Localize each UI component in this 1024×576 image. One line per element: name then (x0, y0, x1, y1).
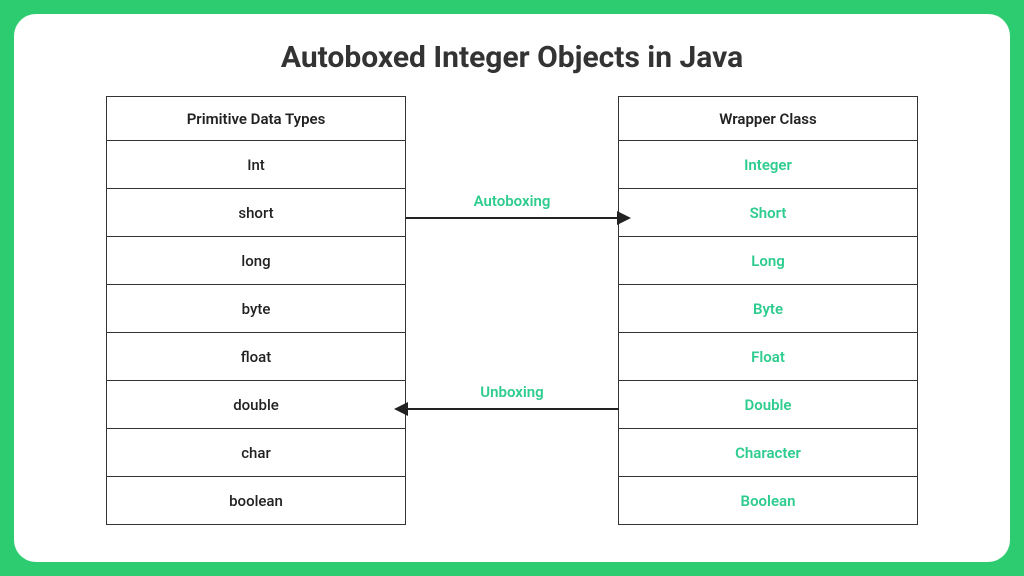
unboxing-arrow-line (406, 408, 619, 410)
wrapper-cell: Long (619, 237, 918, 285)
page-title: Autoboxed Integer Objects in Java (14, 40, 1010, 75)
wrapper-cell: Float (619, 333, 918, 381)
primitive-cell: short (107, 189, 406, 237)
primitive-types-header: Primitive Data Types (107, 97, 406, 141)
wrapper-cell: Integer (619, 141, 918, 189)
primitive-cell: Int (107, 141, 406, 189)
primitive-cell: char (107, 429, 406, 477)
wrapper-cell: Character (619, 429, 918, 477)
arrow-right-icon (617, 211, 631, 225)
primitive-cell: double (107, 381, 406, 429)
wrapper-class-header: Wrapper Class (619, 97, 918, 141)
wrapper-cell: Short (619, 189, 918, 237)
autoboxing-arrow-line (406, 217, 619, 219)
arrow-left-icon (394, 402, 408, 416)
autoboxing-label: Autoboxing (474, 192, 551, 210)
unboxing-label: Unboxing (480, 383, 543, 401)
primitive-cell: long (107, 237, 406, 285)
wrapper-cell: Byte (619, 285, 918, 333)
wrapper-cell: Boolean (619, 477, 918, 525)
primitive-cell: byte (107, 285, 406, 333)
wrapper-cell: Double (619, 381, 918, 429)
wrapper-class-table: Wrapper Class Integer Short Long Byte Fl… (618, 96, 918, 525)
diagram-card: Autoboxed Integer Objects in Java Primit… (14, 14, 1010, 562)
primitive-types-table: Primitive Data Types Int short long byte… (106, 96, 406, 525)
primitive-cell: float (107, 333, 406, 381)
primitive-cell: boolean (107, 477, 406, 525)
